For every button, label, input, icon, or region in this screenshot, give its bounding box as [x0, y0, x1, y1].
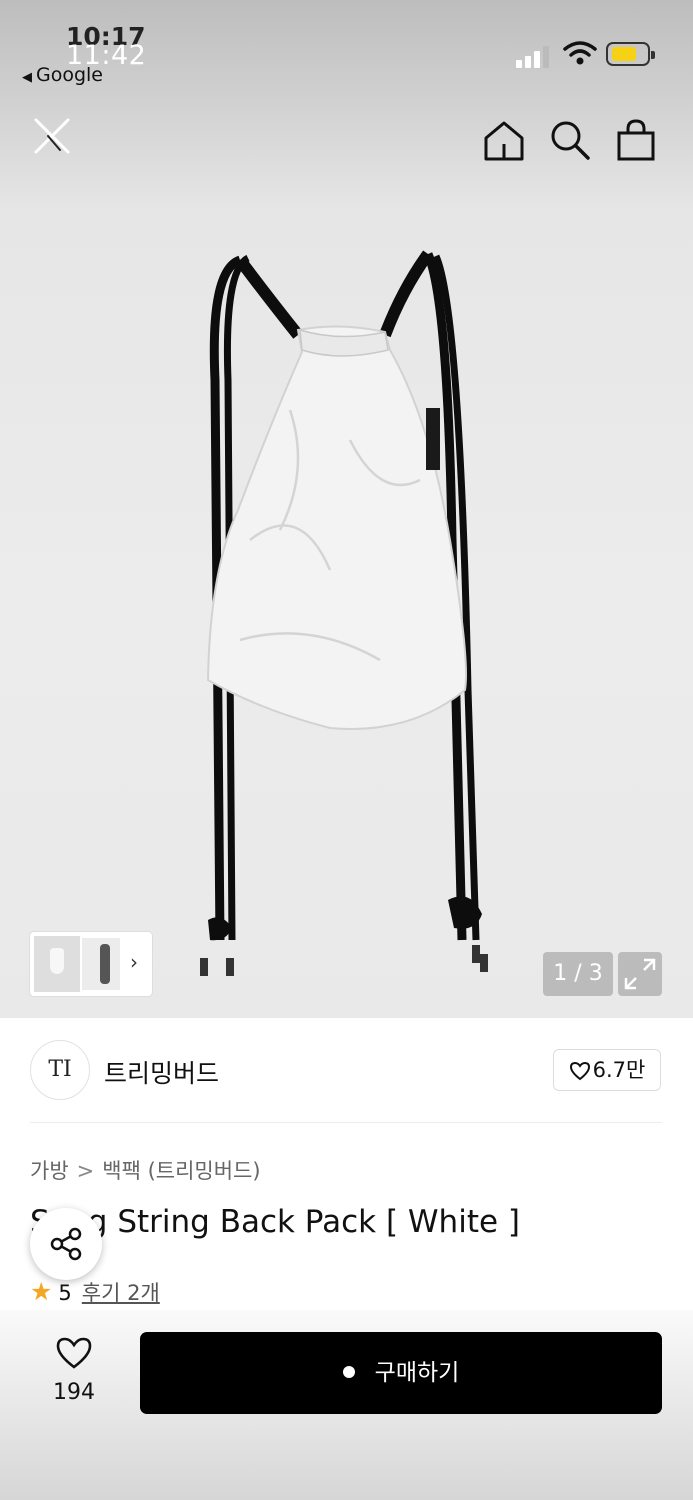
thumbnail-2-figure: [100, 944, 110, 984]
breadcrumb-separator: >: [76, 1159, 95, 1183]
wifi-icon: [563, 41, 597, 65]
breadcrumb-subcategory[interactable]: 백팩 (트리밍버드): [102, 1159, 260, 1183]
chevron-right-icon[interactable]: ›: [130, 950, 138, 974]
brand-logo[interactable]: TI: [30, 1040, 90, 1100]
brand-name[interactable]: 트리밍버드: [104, 1054, 219, 1090]
share-icon[interactable]: [30, 1208, 102, 1280]
rating-row: ★ 5 후기 2개: [30, 1277, 160, 1307]
heart-icon: [569, 1061, 590, 1081]
battery-nub: [651, 51, 655, 59]
wishlist-count: 194: [53, 1380, 95, 1405]
search-icon[interactable]: [548, 118, 592, 162]
buy-button-label: 구매하기: [374, 1360, 460, 1386]
thumbnail-strip[interactable]: ›: [30, 932, 152, 996]
home-icon[interactable]: [482, 118, 526, 162]
battery-level: [612, 47, 636, 61]
dot-icon: [342, 1366, 355, 1378]
back-to-app-link[interactable]: ◀ Google: [22, 64, 103, 86]
thumbnail-1[interactable]: [34, 936, 80, 992]
thumbnail-2[interactable]: [82, 938, 120, 990]
brand-like-count: 6.7만: [592, 1058, 646, 1082]
buy-button[interactable]: 구매하기: [140, 1332, 662, 1414]
status-bar: 10:17 11:42 ◀ Google: [0, 0, 693, 100]
reviews-link[interactable]: 후기 2개: [82, 1281, 160, 1305]
shopping-bag-icon[interactable]: [614, 118, 658, 162]
image-counter: 1 / 3: [543, 952, 613, 996]
divider: [30, 1122, 662, 1123]
back-triangle-icon: ◀: [22, 70, 32, 85]
heart-icon: [56, 1337, 92, 1369]
close-icon[interactable]: [30, 114, 74, 158]
product-title: S ing String Back Pack [ White ]: [30, 1204, 520, 1240]
expand-icon[interactable]: [618, 952, 662, 996]
brand-like-button[interactable]: 6.7만: [553, 1049, 661, 1091]
breadcrumb: 가방 > 백팩 (트리밍버드): [30, 1155, 261, 1185]
rating-score: 5: [58, 1281, 72, 1305]
battery-icon: [606, 42, 655, 66]
product-image[interactable]: [180, 240, 500, 990]
star-icon: ★: [30, 1277, 53, 1306]
back-app-label: Google: [36, 64, 104, 86]
signal-icon: [516, 46, 549, 68]
breadcrumb-category[interactable]: 가방: [30, 1159, 69, 1183]
